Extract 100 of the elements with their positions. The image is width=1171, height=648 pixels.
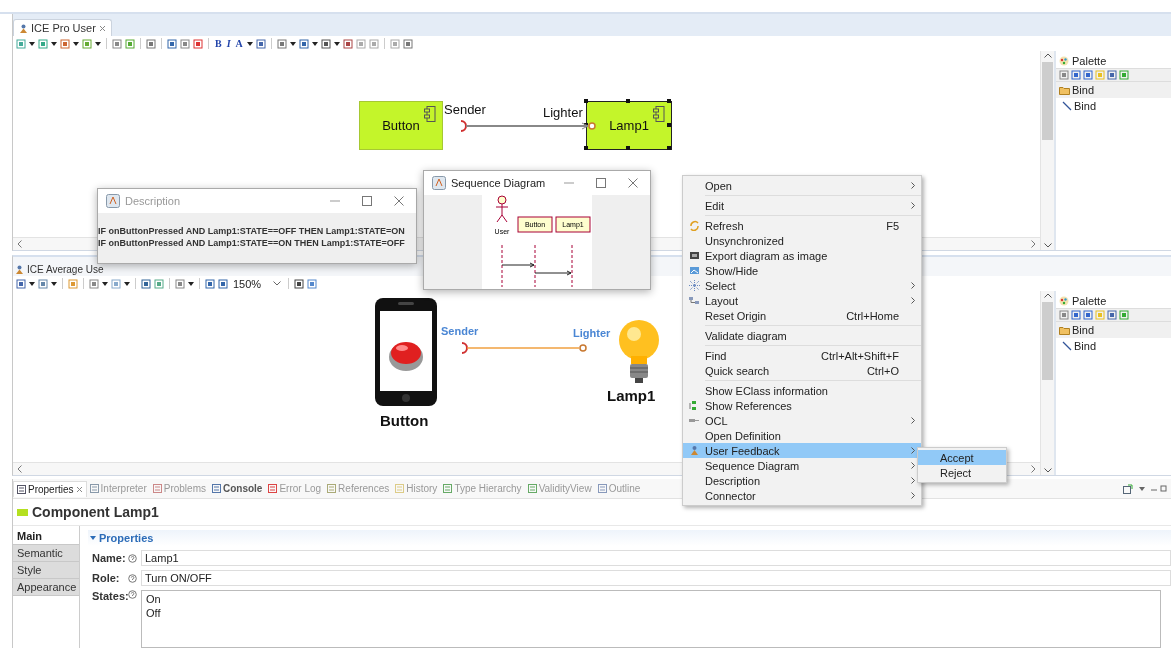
tool-icon[interactable] bbox=[167, 38, 177, 49]
scroll-down-icon[interactable] bbox=[1043, 243, 1052, 248]
menu-item[interactable]: Show EClass information bbox=[683, 383, 921, 398]
list-item[interactable]: On bbox=[146, 593, 1156, 605]
tool-icon[interactable] bbox=[402, 38, 413, 49]
caret-icon[interactable] bbox=[29, 41, 35, 46]
scroll-up-icon[interactable] bbox=[1043, 53, 1052, 58]
menu-item[interactable]: Validate diagram bbox=[683, 328, 921, 343]
menu-item[interactable]: Unsynchronized bbox=[683, 233, 921, 248]
tool-icon[interactable] bbox=[193, 38, 203, 49]
menu-item[interactable]: Show References bbox=[683, 398, 921, 413]
maximize-icon[interactable] bbox=[362, 196, 372, 206]
menu-item[interactable]: Export diagram as image bbox=[683, 248, 921, 263]
tool-icon[interactable] bbox=[1107, 70, 1117, 80]
selection-handle[interactable] bbox=[626, 146, 630, 150]
tool-icon[interactable] bbox=[342, 38, 353, 49]
menu-item[interactable]: Edit bbox=[683, 198, 921, 213]
format-button[interactable]: I bbox=[225, 38, 232, 49]
states-list[interactable]: On Off bbox=[141, 590, 1161, 648]
help-icon[interactable] bbox=[128, 590, 137, 599]
close-icon[interactable] bbox=[394, 196, 404, 206]
close-icon[interactable] bbox=[98, 24, 106, 32]
caret-icon[interactable] bbox=[51, 41, 57, 46]
close-icon[interactable] bbox=[628, 178, 638, 188]
caret-icon[interactable] bbox=[51, 281, 57, 286]
tool-icon[interactable] bbox=[16, 278, 26, 289]
view-tab[interactable]: Console bbox=[208, 481, 266, 496]
tool-icon[interactable] bbox=[1083, 70, 1093, 80]
tool-icon[interactable] bbox=[1071, 70, 1081, 80]
tool-icon[interactable] bbox=[218, 278, 228, 289]
vertical-scrollbar[interactable] bbox=[1040, 51, 1054, 250]
help-icon[interactable] bbox=[128, 553, 137, 563]
tool-icon[interactable] bbox=[1107, 310, 1117, 320]
scrollbar-thumb[interactable] bbox=[1042, 302, 1053, 380]
selection-handle[interactable] bbox=[584, 99, 588, 103]
side-tab[interactable]: Style bbox=[13, 562, 79, 579]
format-button[interactable]: A bbox=[234, 38, 244, 49]
menu-item[interactable]: User Feedback bbox=[683, 443, 921, 458]
tool-icon[interactable] bbox=[146, 38, 156, 49]
menu-item[interactable]: Reject bbox=[918, 465, 1006, 480]
vertical-scrollbar[interactable] bbox=[1040, 291, 1054, 475]
connector-line[interactable] bbox=[458, 119, 598, 133]
selection-handle[interactable] bbox=[667, 146, 671, 150]
tool-icon[interactable] bbox=[276, 38, 287, 49]
tool-icon[interactable] bbox=[298, 38, 309, 49]
menu-item[interactable]: Quick search Ctrl+O bbox=[683, 363, 921, 378]
menu-item[interactable]: Accept bbox=[918, 450, 1006, 465]
palette-drawer[interactable]: Bind bbox=[1056, 322, 1171, 338]
scroll-down-icon[interactable] bbox=[1043, 468, 1052, 473]
palette-entry[interactable]: Bind bbox=[1056, 338, 1171, 354]
menu-item[interactable]: Layout bbox=[683, 293, 921, 308]
editor-tab[interactable]: ICE Pro User bbox=[13, 19, 112, 36]
editor-tab[interactable]: ICE Average Use bbox=[13, 263, 106, 276]
list-item[interactable]: Off bbox=[146, 607, 1156, 619]
selection-handle[interactable] bbox=[667, 123, 671, 127]
text-field[interactable]: Turn ON/OFF bbox=[141, 570, 1171, 586]
caret-icon[interactable] bbox=[102, 281, 108, 286]
caret-icon[interactable] bbox=[188, 281, 194, 286]
selection-handle[interactable] bbox=[584, 123, 588, 127]
view-tab[interactable]: Properties bbox=[13, 480, 87, 497]
tool-icon[interactable] bbox=[205, 278, 215, 289]
scroll-right-icon[interactable] bbox=[1031, 240, 1036, 248]
smartphone-drawing[interactable] bbox=[374, 297, 438, 407]
toolbar-icon[interactable] bbox=[1123, 483, 1133, 494]
menu-item[interactable]: Show/Hide bbox=[683, 263, 921, 278]
caret-icon[interactable] bbox=[311, 41, 318, 46]
tool-icon[interactable] bbox=[1071, 310, 1081, 320]
selection-handle[interactable] bbox=[626, 99, 630, 103]
menu-item[interactable]: OCL bbox=[683, 413, 921, 428]
tool-icon[interactable] bbox=[1083, 310, 1093, 320]
menu-item[interactable]: Reset Origin Ctrl+Home bbox=[683, 308, 921, 323]
close-icon[interactable] bbox=[75, 485, 83, 493]
scroll-up-icon[interactable] bbox=[1043, 293, 1052, 298]
light-bulb-drawing[interactable] bbox=[617, 318, 661, 384]
text-field[interactable]: Lamp1 bbox=[141, 550, 1171, 566]
scroll-left-icon[interactable] bbox=[17, 240, 22, 248]
caret-icon[interactable] bbox=[29, 281, 35, 286]
menu-item[interactable]: Sequence Diagram bbox=[683, 458, 921, 473]
tool-icon[interactable] bbox=[141, 278, 151, 289]
menu-item[interactable]: Description bbox=[683, 473, 921, 488]
component-node[interactable]: Button bbox=[359, 101, 443, 150]
zoom-dropdown[interactable]: 150% bbox=[231, 277, 284, 290]
selection-handle[interactable] bbox=[584, 146, 588, 150]
scrollbar-thumb[interactable] bbox=[1042, 62, 1053, 140]
scroll-right-icon[interactable] bbox=[1031, 465, 1036, 473]
menu-item[interactable]: Connector bbox=[683, 488, 921, 503]
caret-icon[interactable] bbox=[124, 281, 130, 286]
component-node[interactable]: Lamp1 bbox=[586, 101, 672, 150]
menu-item[interactable]: Open Definition bbox=[683, 428, 921, 443]
menu-item[interactable]: Open bbox=[683, 178, 921, 193]
maximize-icon[interactable] bbox=[596, 178, 606, 188]
menu-item[interactable]: Select bbox=[683, 278, 921, 293]
palette-drawer[interactable]: Bind bbox=[1056, 82, 1171, 98]
menu-item[interactable]: Find Ctrl+Alt+Shift+F bbox=[683, 348, 921, 363]
tool-icon[interactable] bbox=[294, 278, 305, 289]
view-menu-icon[interactable] bbox=[1137, 484, 1167, 493]
side-tab[interactable]: Semantic bbox=[13, 545, 79, 562]
help-icon[interactable] bbox=[128, 573, 137, 583]
selection-handle[interactable] bbox=[667, 99, 671, 103]
format-button[interactable]: B bbox=[214, 38, 223, 49]
